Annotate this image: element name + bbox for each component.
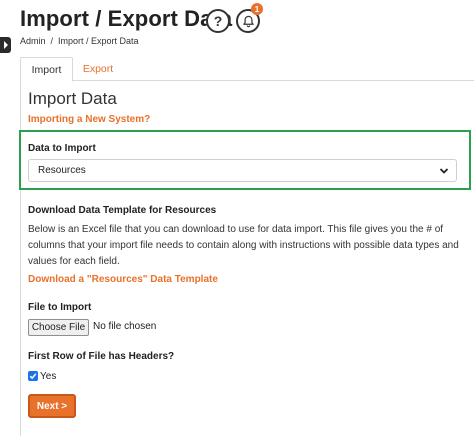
question-icon: ? [213, 13, 223, 29]
breadcrumb: Admin / Import / Export Data [20, 36, 139, 46]
template-heading: Download Data Template for Resources [28, 205, 217, 216]
file-status-text: No file chosen [93, 321, 157, 332]
data-to-import-label: Data to Import [28, 143, 96, 154]
template-description: Below is an Excel file that you can down… [28, 224, 459, 267]
section-title: Import Data [28, 89, 117, 108]
next-button[interactable]: Next > [28, 394, 76, 418]
headers-checkbox[interactable] [28, 371, 38, 381]
data-to-import-select[interactable]: Resources [28, 159, 457, 182]
tab-bar: Import Export [20, 57, 474, 82]
breadcrumb-separator: / [50, 36, 54, 46]
chevron-down-icon [439, 168, 449, 174]
new-system-link[interactable]: Importing a New System? [28, 114, 150, 125]
sidebar-toggle[interactable] [0, 37, 11, 53]
tab-import[interactable]: Import [20, 57, 73, 82]
headers-label: First Row of File has Headers? [28, 351, 175, 362]
file-to-import-label: File to Import [28, 302, 92, 313]
breadcrumb-item-current: Import / Export Data [58, 36, 139, 46]
headers-checkbox-label[interactable]: Yes [40, 371, 56, 382]
help-button[interactable]: ? [206, 9, 230, 33]
tab-export[interactable]: Export [73, 57, 123, 81]
choose-file-button[interactable]: Choose File [28, 319, 89, 336]
page-title: Import / Export Data [20, 6, 233, 31]
download-template-link[interactable]: Download a "Resources" Data Template [28, 274, 218, 285]
breadcrumb-item-admin[interactable]: Admin [20, 36, 46, 46]
select-value: Resources [38, 165, 86, 176]
chevron-right-icon [3, 41, 8, 49]
notification-badge: 1 [251, 3, 263, 15]
bell-icon [242, 15, 254, 27]
checkmark-icon [29, 373, 37, 380]
